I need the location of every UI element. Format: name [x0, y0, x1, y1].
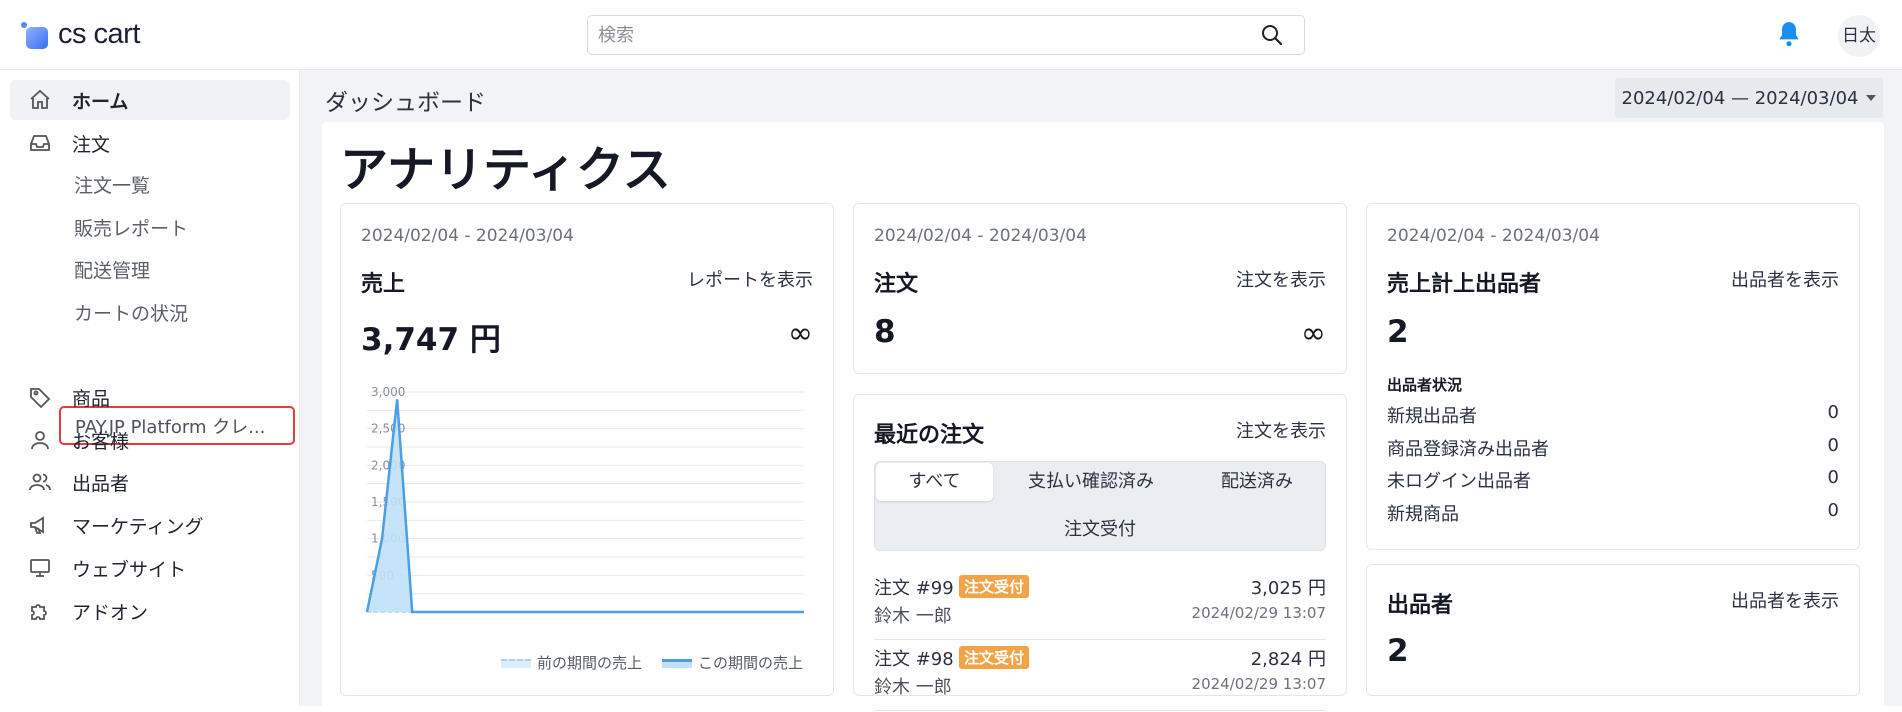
legend-item-previous: 前の期間の売上 [501, 652, 642, 673]
sidebar-item-label: アドオン [72, 598, 148, 625]
order-row[interactable]: 注文 #99 注文受付 鈴木 一郎 3,025 円 2024/02/29 13:… [874, 570, 1326, 640]
puzzle-icon [10, 599, 72, 623]
tab-all[interactable]: すべて [876, 463, 993, 501]
caret-down-icon [1866, 95, 1876, 101]
vendors-sales-title: 売上計上出品者 [1387, 266, 1541, 298]
sidebar: ホーム 注文 注文一覧 販売レポート 配送管理 カートの状況 PAY.JP Pl… [0, 70, 300, 706]
logo-text: cs cart [58, 18, 140, 51]
sidebar-item-orders[interactable]: 注文 [10, 123, 290, 163]
vendors-value: 2 [1387, 633, 1409, 669]
orders-date-range: 2024/02/04 - 2024/03/04 [874, 226, 1087, 246]
avatar[interactable]: 日太 [1838, 15, 1880, 57]
analytics-panel: アナリティクス 2024/02/04 - 2024/03/04 売上 レポートを… [322, 122, 1884, 712]
orders-view-link[interactable]: 注文を表示 [1236, 266, 1326, 292]
orders-card: 2024/02/04 - 2024/03/04 注文 注文を表示 8 ∞ [853, 203, 1347, 374]
series-line [367, 399, 804, 612]
chart-legend: 前の期間の売上 この期間の売上 [501, 652, 803, 673]
recent-orders-view-link[interactable]: 注文を表示 [1236, 417, 1326, 443]
sidebar-subitem-shipping[interactable]: 配送管理 [74, 256, 150, 283]
vendors-date-range: 2024/02/04 - 2024/03/04 [1387, 226, 1600, 246]
notification-bell-icon[interactable] [1776, 20, 1802, 52]
sidebar-item-home[interactable]: ホーム [10, 80, 290, 120]
orders-trend: ∞ [1301, 316, 1326, 351]
status-badge: 注文受付 [959, 646, 1029, 669]
order-customer: 鈴木 一郎 [874, 602, 952, 628]
sidebar-item-vendors[interactable]: 出品者 [10, 462, 290, 502]
main-area: ダッシュボード 2024/02/04 — 2024/03/04 アナリティクス … [300, 70, 1902, 706]
order-number[interactable]: 注文 #99 [874, 574, 954, 600]
monitor-icon [10, 556, 72, 580]
page-title: ダッシュボード [325, 83, 486, 117]
order-customer: 鈴木 一郎 [874, 673, 952, 699]
user-icon [10, 428, 72, 452]
logo[interactable]: cs cart [20, 18, 140, 51]
sidebar-item-website[interactable]: ウェブサイト [10, 548, 290, 588]
sidebar-item-label: ホーム [72, 87, 128, 114]
tag-icon [10, 385, 72, 409]
search-icon[interactable] [1260, 23, 1284, 51]
legend-item-current: この期間の売上 [662, 652, 803, 673]
sales-title: 売上 [361, 266, 405, 298]
sidebar-item-label: 注文 [72, 130, 110, 157]
order-row[interactable]: 注文 #98 注文受付 鈴木 一郎 2,824 円 2024/02/29 13:… [874, 641, 1326, 711]
orders-title: 注文 [874, 266, 918, 298]
users-icon [10, 470, 72, 494]
sidebar-item-label: お客様 [72, 427, 129, 454]
date-range-label: 2024/02/04 — 2024/03/04 [1622, 88, 1859, 109]
sidebar-item-customers[interactable]: お客様 [10, 420, 290, 460]
sidebar-item-marketing[interactable]: マーケティング [10, 505, 290, 545]
stat-row: 新規出品者0 [1387, 402, 1839, 428]
order-number[interactable]: 注文 #98 [874, 645, 954, 671]
sidebar-subitem-order-list[interactable]: 注文一覧 [74, 171, 150, 198]
vendor-status-heading: 出品者状況 [1387, 374, 1462, 395]
search-input[interactable] [588, 16, 1228, 54]
tab-payment-confirmed[interactable]: 支払い確認済み [993, 463, 1189, 501]
order-date: 2024/02/29 13:07 [1192, 604, 1326, 622]
vendors-card-link[interactable]: 出品者を表示 [1731, 587, 1839, 613]
sales-date-range: 2024/02/04 - 2024/03/04 [361, 226, 574, 246]
orders-value: 8 [874, 314, 896, 350]
sidebar-subitem-sales-report[interactable]: 販売レポート [74, 214, 188, 241]
vendors-card: 出品者 出品者を表示 2 [1366, 564, 1860, 696]
recent-orders-title: 最近の注文 [874, 417, 984, 449]
sales-trend: ∞ [788, 316, 813, 351]
sales-chart: 5001,0001,5002,0002,5003,000 [359, 382, 809, 622]
vendors-sales-card: 2024/02/04 - 2024/03/04 売上計上出品者 出品者を表示 2… [1366, 203, 1860, 550]
sidebar-item-label: 商品 [72, 384, 110, 411]
inbox-icon [10, 131, 72, 155]
tab-received[interactable]: 注文受付 [875, 511, 1325, 549]
y-tick-label: 3,000 [371, 385, 405, 399]
date-range-picker[interactable]: 2024/02/04 — 2024/03/04 [1615, 78, 1883, 118]
vendors-title: 出品者 [1387, 587, 1453, 619]
sidebar-item-label: マーケティング [72, 512, 203, 539]
recent-orders-card: 最近の注文 注文を表示 すべて 支払い確認済み 配送済み 注文受付 注文 #99… [853, 394, 1347, 696]
megaphone-icon [10, 513, 72, 537]
home-icon [10, 88, 72, 112]
sidebar-subitem-cart-status[interactable]: カートの状況 [74, 299, 188, 326]
vendors-sales-value: 2 [1387, 314, 1409, 350]
order-status-tabs: すべて 支払い確認済み 配送済み 注文受付 [874, 461, 1326, 551]
search-box [587, 15, 1305, 55]
sidebar-item-label: ウェブサイト [72, 555, 186, 582]
sales-value: 3,747 円 [361, 314, 501, 359]
logo-icon [20, 20, 50, 50]
order-amount: 2,824 円 [1251, 645, 1326, 671]
top-bar: cs cart 日太 [0, 0, 1902, 70]
sales-report-link[interactable]: レポートを表示 [687, 266, 813, 292]
sidebar-item-label: 出品者 [72, 469, 129, 496]
tab-shipped[interactable]: 配送済み [1189, 463, 1325, 501]
sidebar-item-addons[interactable]: アドオン [10, 591, 290, 631]
sales-card: 2024/02/04 - 2024/03/04 売上 レポートを表示 3,747… [340, 203, 834, 696]
stat-row: 未ログイン出品者0 [1387, 467, 1839, 493]
stat-row: 新規商品0 [1387, 500, 1839, 526]
sidebar-item-products[interactable]: 商品 [10, 377, 290, 417]
order-date: 2024/02/29 13:07 [1192, 675, 1326, 693]
stat-row: 商品登録済み出品者0 [1387, 435, 1839, 461]
order-amount: 3,025 円 [1251, 574, 1326, 600]
series-area [367, 399, 804, 612]
analytics-title: アナリティクス [340, 130, 671, 200]
status-badge: 注文受付 [959, 575, 1029, 598]
vendors-view-link[interactable]: 出品者を表示 [1731, 266, 1839, 292]
